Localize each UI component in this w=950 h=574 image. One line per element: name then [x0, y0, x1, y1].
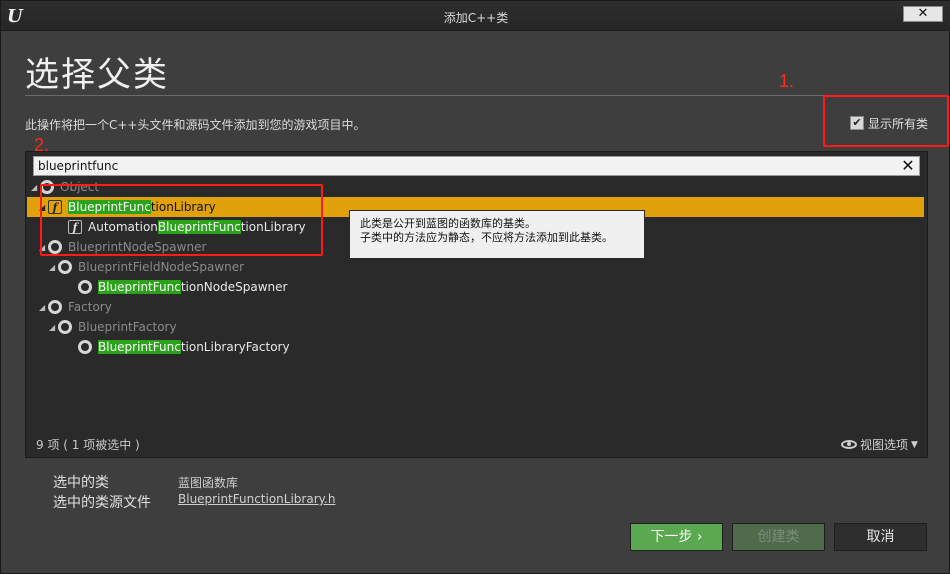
page-title: 选择父类: [25, 55, 169, 95]
description-text: 此操作将把一个C++头文件和源码文件添加到您的游戏项目中。: [25, 118, 366, 132]
chevron-right-icon: ›: [696, 529, 703, 545]
expand-arrow-icon[interactable]: ◢: [39, 303, 48, 312]
class-tooltip: 此类是公开到蓝图的函数库的基类。 子类中的方法应为静态，不应将方法添加到此基类。: [349, 210, 645, 259]
annotation-box-2: [40, 184, 323, 256]
tree-item-label: BlueprintFunctionNodeSpawner: [98, 280, 287, 294]
tree-item-label: BlueprintFactory: [78, 320, 177, 334]
tree-row[interactable]: ◢ BlueprintFieldNodeSpawner: [27, 257, 924, 277]
divider: [25, 95, 945, 96]
add-cpp-class-dialog: U 添加C++类 ✕ 选择父类 此操作将把一个C++头文件和源码文件添加到您的游…: [0, 0, 950, 574]
expand-arrow-icon[interactable]: ◢: [49, 263, 58, 272]
label-suffix: tionLibraryFactory: [180, 340, 290, 354]
clear-search-icon[interactable]: ✕: [897, 156, 919, 176]
title-bar[interactable]: U 添加C++类 ✕: [1, 1, 950, 31]
annotation-number-2: 2.: [34, 135, 50, 155]
tree-row[interactable]: BlueprintFunctionLibraryFactory: [27, 337, 924, 357]
dropdown-arrow-icon: ▼: [911, 439, 918, 450]
tooltip-line-2: 子类中的方法应为静态，不应将方法添加到此基类。: [360, 231, 613, 244]
selected-source-label: 选中的类源文件: [53, 495, 151, 511]
search-match-highlight: BlueprintFunc: [98, 340, 181, 354]
search-match-highlight: BlueprintFunc: [98, 280, 181, 294]
selected-source-link[interactable]: BlueprintFunctionLibrary.h: [178, 492, 335, 506]
view-options-button[interactable]: 视图选项 ▼: [841, 436, 918, 453]
annotation-number-1: 1.: [779, 71, 795, 91]
tree-row[interactable]: ◢ Factory: [27, 297, 924, 317]
class-circle-icon: [58, 320, 72, 334]
tree-row[interactable]: ◢ BlueprintFactory: [27, 317, 924, 337]
expand-arrow-icon[interactable]: ◢: [31, 183, 40, 192]
item-count: 9 项 ( 1 项被选中 ): [36, 438, 140, 452]
tree-row[interactable]: BlueprintFunctionNodeSpawner: [27, 277, 924, 297]
selected-class-label: 选中的类: [53, 475, 109, 491]
view-options-label: 视图选项: [860, 438, 909, 452]
next-button[interactable]: 下一步 ›: [630, 523, 723, 551]
search-input[interactable]: blueprintfunc: [33, 156, 920, 176]
expand-arrow-icon[interactable]: ◢: [49, 323, 58, 332]
tree-item-label: BlueprintFunctionLibraryFactory: [98, 340, 290, 354]
tree-item-label: BlueprintFieldNodeSpawner: [78, 260, 244, 274]
next-button-label: 下一步: [650, 529, 693, 545]
label-suffix: BlueprintFactory: [78, 320, 177, 334]
annotation-box-1: [823, 95, 949, 147]
tree-item-label: Factory: [68, 300, 112, 314]
selected-class-value: 蓝图函数库: [178, 476, 239, 490]
close-button[interactable]: ✕: [903, 6, 943, 22]
class-circle-icon: [78, 280, 92, 294]
cancel-button[interactable]: 取消: [834, 523, 927, 551]
window-title: 添加C++类: [443, 11, 509, 25]
label-suffix: tionNodeSpawner: [180, 280, 288, 294]
class-circle-icon: [78, 340, 92, 354]
class-circle-icon: [58, 260, 72, 274]
label-suffix: BlueprintFieldNodeSpawner: [78, 260, 245, 274]
label-suffix: Factory: [68, 300, 112, 314]
class-circle-icon: [48, 300, 62, 314]
create-class-button[interactable]: 创建类: [732, 523, 825, 551]
eye-icon: [841, 440, 857, 449]
tooltip-line-1: 此类是公开到蓝图的函数库的基类。: [360, 217, 536, 230]
